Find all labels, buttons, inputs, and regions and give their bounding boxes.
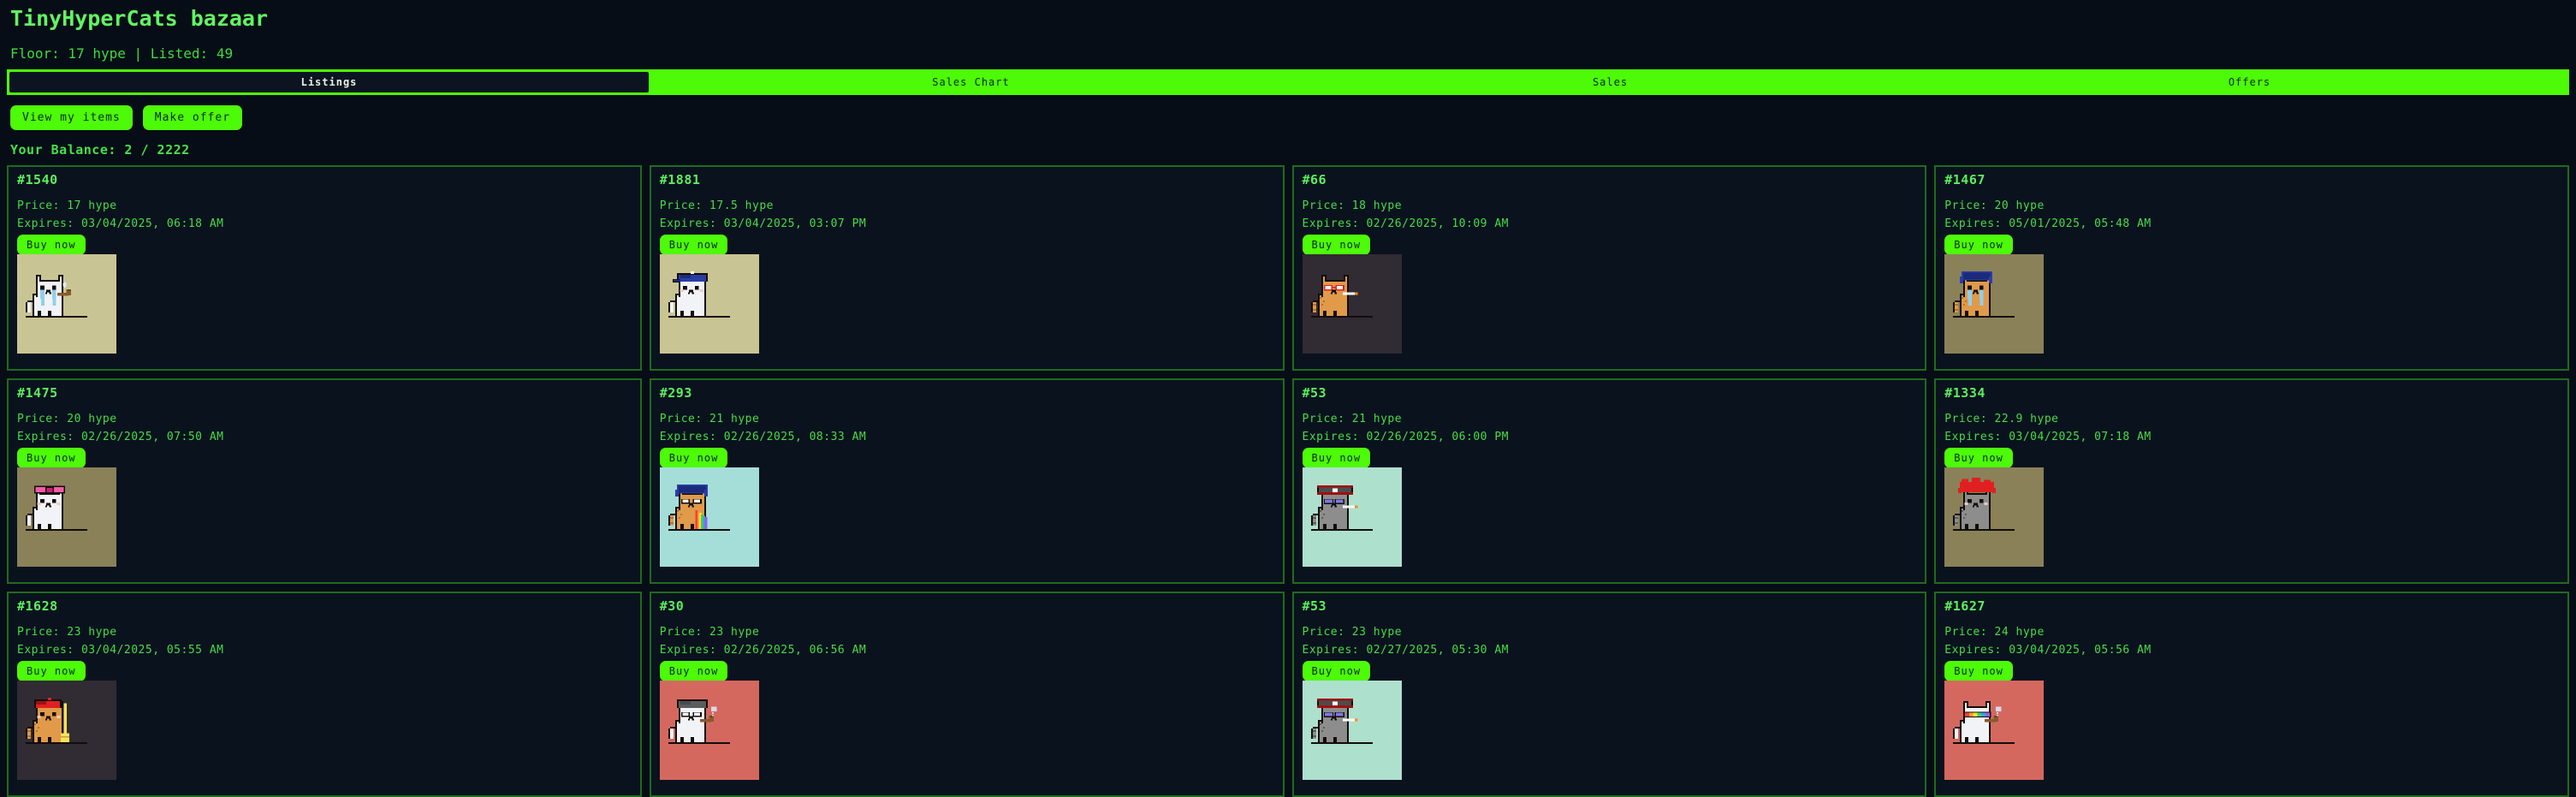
- cat-thumbnail-white-cat-rainbow-visor-pipe[interactable]: [1944, 680, 2045, 780]
- listing-expires: Expires: 03/04/2025, 05:56 AM: [1944, 643, 2152, 657]
- cat-thumbnail-white-cat-with-pipe[interactable]: [17, 253, 116, 354]
- cat-thumbnail-grey-cat-pirate-hat-cigarette[interactable]: [1302, 680, 1402, 780]
- listing-id: #66: [1302, 172, 1327, 188]
- listing-id: #1334: [1944, 385, 1985, 401]
- listing-id: #30: [659, 598, 685, 615]
- listing-expires: Expires: 02/26/2025, 06:56 AM: [659, 643, 867, 657]
- listing-card[interactable]: #1540 Price: 17 hype Expires: 03/04/2025, …: [7, 165, 642, 372]
- listing-price: Price: 17 hype: [17, 199, 117, 212]
- listing-card[interactable]: #1334 Price: 22.9 hype Expires: 03/04/2025…: [1934, 378, 2569, 585]
- buy-now-button[interactable]: Buy now: [659, 660, 728, 681]
- listing-card[interactable]: #30 Price: 23 hype Expires: 02/26/2025, 06…: [649, 592, 1285, 797]
- tab-label: Sales Chart: [932, 76, 1010, 89]
- tab-sales-chart[interactable]: Sales Chart: [651, 69, 1291, 96]
- cat-thumbnail-grey-cat-pirate-hat-cigarette[interactable]: [1302, 467, 1402, 567]
- tab-listings[interactable]: Listings: [7, 69, 651, 96]
- buy-now-button[interactable]: Buy now: [1302, 234, 1371, 255]
- action-buttons: View my items Make offer: [7, 95, 2569, 131]
- listing-price: Price: 23 hype: [659, 625, 760, 639]
- listing-expires: Expires: 03/04/2025, 03:07 PM: [659, 217, 867, 230]
- buy-now-button[interactable]: Buy now: [17, 447, 86, 468]
- listing-id: #1628: [17, 598, 58, 615]
- listing-price: Price: 24 hype: [1944, 625, 2045, 639]
- cat-thumbnail-white-cat-grey-cap-pipe[interactable]: [659, 680, 759, 780]
- listing-card[interactable]: #1627 Price: 24 hype Expires: 03/04/2025, …: [1934, 592, 2569, 797]
- listing-id: #1475: [17, 385, 58, 401]
- buy-now-button[interactable]: Buy now: [1944, 447, 2013, 468]
- tab-label: Sales: [1592, 76, 1629, 89]
- listing-price: Price: 23 hype: [17, 625, 117, 639]
- balance-text: Your Balance: 2 / 2222: [10, 142, 190, 158]
- listing-expires: Expires: 03/04/2025, 05:55 AM: [17, 643, 224, 657]
- listing-id: #1627: [1944, 598, 1985, 615]
- cat-thumbnail-orange-cat-red-glasses-cigarette[interactable]: [1302, 253, 1402, 354]
- listing-price: Price: 18 hype: [1302, 199, 1403, 212]
- listing-price: Price: 23 hype: [1302, 625, 1403, 639]
- listing-expires: Expires: 05/01/2025, 05:48 AM: [1944, 217, 2152, 230]
- make-offer-button[interactable]: Make offer: [142, 105, 243, 131]
- listing-expires: Expires: 02/26/2025, 08:33 AM: [659, 430, 867, 443]
- listing-expires: Expires: 02/26/2025, 10:09 AM: [1302, 217, 1509, 230]
- listing-id: #1540: [17, 172, 58, 188]
- buy-now-button[interactable]: Buy now: [1944, 234, 2013, 255]
- page-title: TinyHyperCats bazaar: [10, 6, 269, 31]
- listing-price: Price: 17.5 hype: [659, 199, 774, 212]
- listing-price: Price: 21 hype: [659, 412, 760, 425]
- listing-card[interactable]: #1881 Price: 17.5 hype Expires: 03/04/2025…: [649, 165, 1285, 372]
- cat-thumbnail-orange-cat-red-cap-broom[interactable]: [17, 680, 116, 780]
- cat-thumbnail-white-cat-blue-cap[interactable]: [659, 253, 759, 354]
- listing-expires: Expires: 02/26/2025, 07:50 AM: [17, 430, 224, 443]
- tab-label: Offers: [2228, 76, 2271, 89]
- listing-price: Price: 21 hype: [1302, 412, 1403, 425]
- listing-expires: Expires: 02/26/2025, 06:00 PM: [1302, 430, 1509, 443]
- listing-card[interactable]: #53 Price: 21 hype Expires: 02/26/2025, 06…: [1291, 378, 1927, 585]
- listing-price: Price: 22.9 hype: [1944, 412, 2059, 425]
- floor-stats: Floor: 17 hype | Listed: 49: [10, 45, 234, 62]
- tab-label: Listings: [300, 76, 358, 89]
- buy-now-button[interactable]: Buy now: [17, 234, 86, 255]
- tab-offers[interactable]: Offers: [1930, 69, 2569, 96]
- listing-card[interactable]: #1628 Price: 23 hype Expires: 03/04/2025, …: [7, 592, 642, 797]
- listing-card[interactable]: #53 Price: 23 hype Expires: 02/27/2025, 05…: [1291, 592, 1927, 797]
- listing-expires: Expires: 03/04/2025, 07:18 AM: [1944, 430, 2152, 443]
- listing-id: #1881: [659, 172, 701, 188]
- listing-card[interactable]: #66 Price: 18 hype Expires: 02/26/2025, 10…: [1291, 165, 1927, 372]
- listing-card[interactable]: #1475 Price: 20 hype Expires: 02/26/2025, …: [7, 378, 642, 585]
- buy-now-button[interactable]: Buy now: [1944, 660, 2013, 681]
- cat-thumbnail-grey-cat-red-hair[interactable]: [1944, 467, 2045, 567]
- listing-id: #53: [1302, 385, 1327, 401]
- buy-now-button[interactable]: Buy now: [659, 234, 728, 255]
- listing-price: Price: 20 hype: [1944, 199, 2045, 212]
- listings-grid: #1540 Price: 17 hype Expires: 03/04/2025, …: [7, 165, 2569, 797]
- tab-bar: Listings Sales Chart Sales Offers: [7, 69, 2569, 96]
- buy-now-button[interactable]: Buy now: [1302, 660, 1371, 681]
- buy-now-button[interactable]: Buy now: [1302, 447, 1371, 468]
- listing-expires: Expires: 02/27/2025, 05:30 AM: [1302, 643, 1509, 657]
- listing-id: #293: [659, 385, 692, 401]
- listing-card[interactable]: #293 Price: 21 hype Expires: 02/26/2025, 0…: [649, 378, 1285, 585]
- cat-thumbnail-orange-cat-blue-hair-crying[interactable]: [1944, 253, 2045, 354]
- listing-card[interactable]: #1467 Price: 20 hype Expires: 05/01/2025, …: [1934, 165, 2569, 372]
- cat-thumbnail-orange-cat-blue-hair-rainbow[interactable]: [659, 467, 759, 567]
- view-my-items-button[interactable]: View my items: [10, 105, 133, 131]
- listing-id: #53: [1302, 598, 1327, 615]
- buy-now-button[interactable]: Buy now: [17, 660, 86, 681]
- listing-expires: Expires: 03/04/2025, 06:18 AM: [17, 217, 224, 230]
- bazaar-page: TinyHyperCats bazaar Floor: 17 hype | Li…: [0, 0, 2576, 797]
- buy-now-button[interactable]: Buy now: [659, 447, 728, 468]
- listing-price: Price: 20 hype: [17, 412, 117, 425]
- cat-thumbnail-white-cat-pink-bow[interactable]: [17, 467, 116, 567]
- listing-id: #1467: [1944, 172, 1985, 188]
- tab-sales[interactable]: Sales: [1291, 69, 1930, 96]
